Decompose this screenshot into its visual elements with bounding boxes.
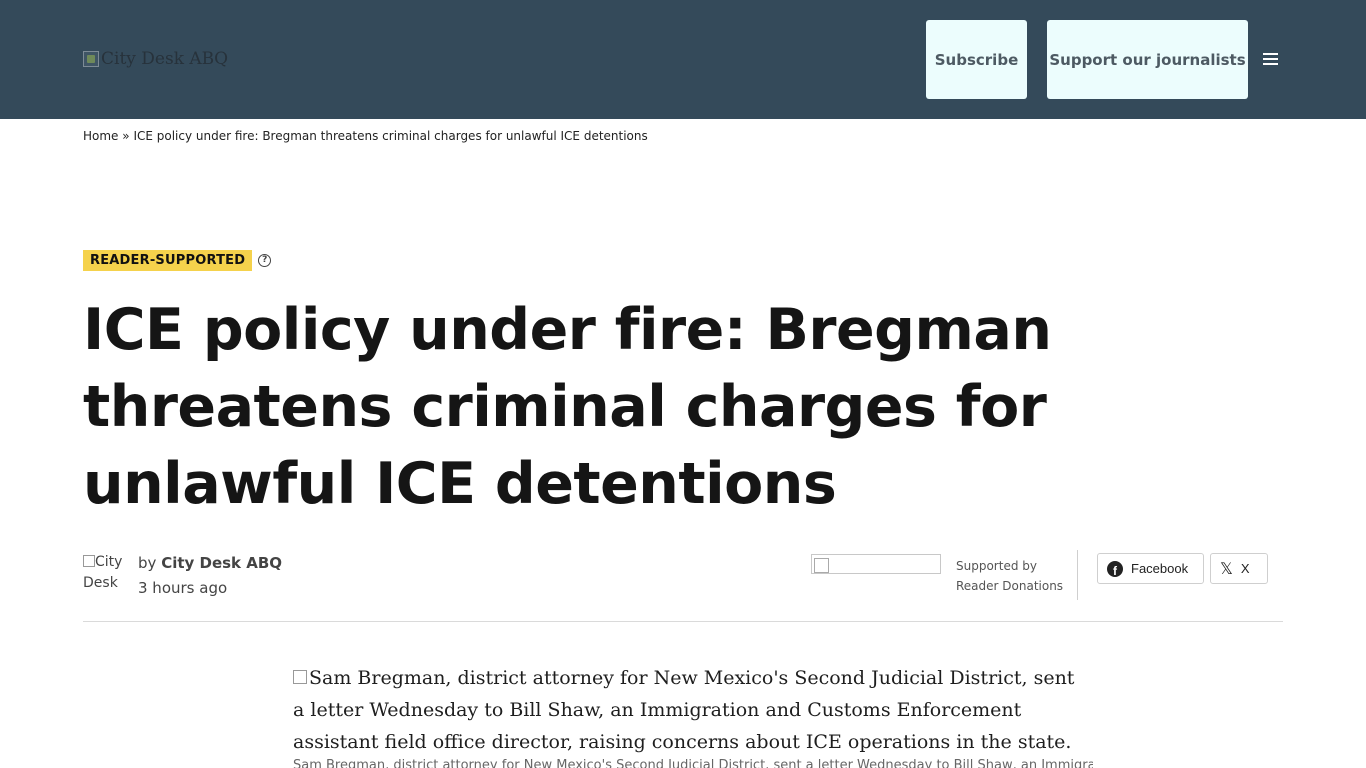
sponsor-line-2: Reader Donations [956, 579, 1064, 593]
menu-line [1263, 53, 1278, 55]
logo-alt-text: City Desk ABQ [101, 49, 229, 69]
avatar: City Desk [83, 552, 129, 594]
menu-line [1263, 58, 1278, 60]
sponsor-line-1: Supported by [956, 559, 1037, 573]
divider [83, 621, 1283, 622]
support-journalists-button[interactable]: Support our journalists [1047, 20, 1248, 99]
x-logo-icon: 𝕏 [1220, 560, 1233, 578]
breadcrumb-current: ICE policy under fire: Bregman threatens… [133, 129, 648, 143]
reader-supported-badge: READER-SUPPORTED [83, 250, 253, 271]
question-circle-icon[interactable]: ? [258, 254, 272, 267]
breadcrumb-separator: » [122, 129, 130, 143]
badge-row: READER-SUPPORTED ? [83, 250, 272, 271]
site-logo[interactable]: City Desk ABQ [83, 48, 228, 70]
article-title: ICE policy under fire: Bregman threatens… [83, 297, 1052, 517]
site-header: City Desk ABQ Subscribe Support our jour… [0, 0, 1366, 119]
hamburger-icon[interactable] [1263, 51, 1283, 67]
x-label: X [1240, 561, 1250, 576]
article-hero-image: Sam Bregman, district attorney for New M… [293, 662, 1083, 758]
share-x-button[interactable]: 𝕏 X [1210, 553, 1268, 584]
hero-image-alt-text: Sam Bregman, district attorney for New M… [293, 667, 1075, 753]
divider [1077, 550, 1078, 600]
subscribe-button[interactable]: Subscribe [926, 20, 1027, 99]
share-facebook-button[interactable]: f Facebook [1097, 553, 1204, 584]
publish-time: 3 hours ago [138, 579, 228, 597]
facebook-icon: f [1107, 560, 1123, 577]
menu-line [1263, 63, 1278, 65]
sponsor-logo-image [811, 554, 941, 574]
sponsor-text: Supported by Reader Donations [956, 556, 1063, 596]
broken-image-icon [83, 51, 99, 67]
breadcrumb-home-link[interactable]: Home [83, 129, 118, 143]
author-line: by City Desk ABQ [138, 554, 282, 572]
author-link[interactable]: City Desk ABQ [161, 554, 282, 572]
breadcrumb: Home » ICE policy under fire: Bregman th… [83, 129, 648, 143]
by-prefix: by [138, 554, 157, 572]
facebook-label: Facebook [1131, 561, 1189, 576]
broken-image-icon [83, 555, 95, 567]
broken-image-icon [293, 670, 307, 684]
image-caption: Sam Bregman, district attorney for New M… [293, 758, 1093, 768]
